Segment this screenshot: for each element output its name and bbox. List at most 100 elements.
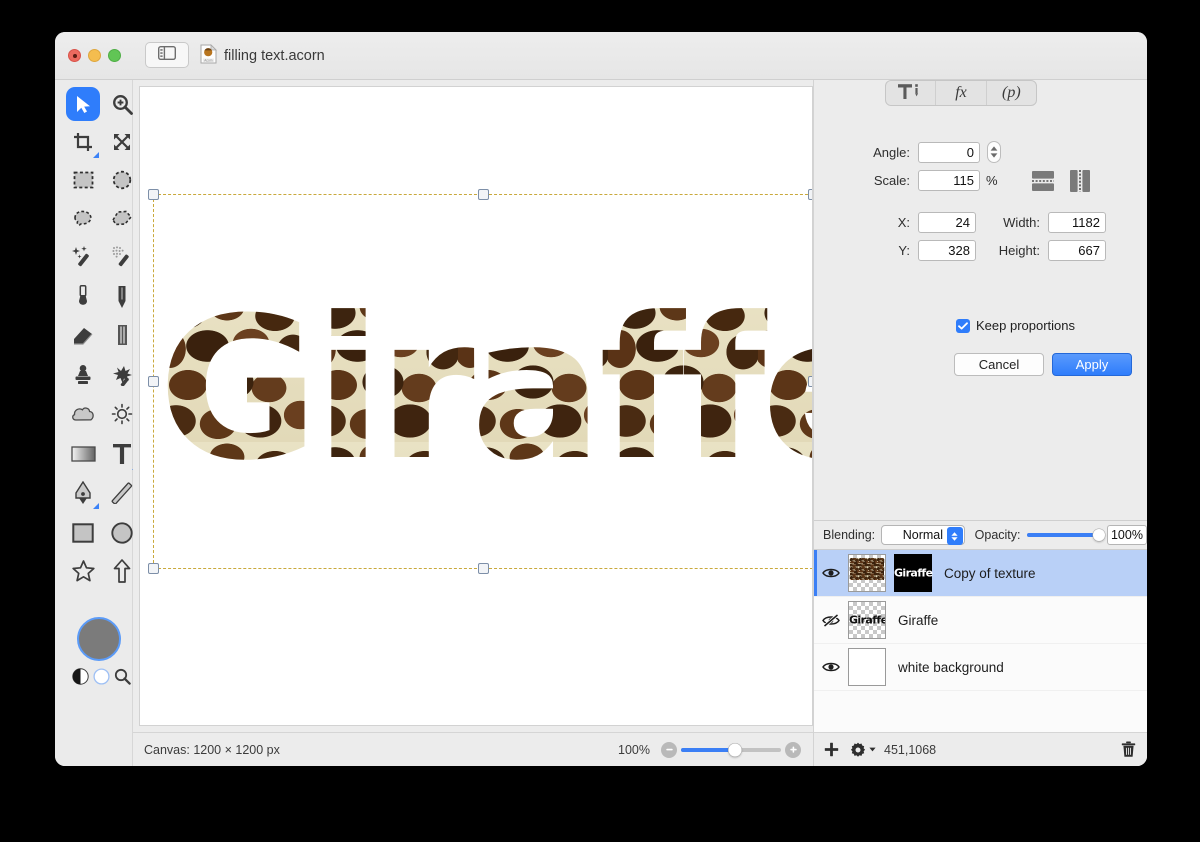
x-row: X: 24 [858,212,976,233]
arrows-expand-icon [112,132,132,152]
close-button[interactable] [68,49,81,62]
tool-gradient[interactable] [66,437,100,471]
tool-magic-wand[interactable] [66,239,100,273]
selection-handle-bottom-center[interactable] [478,563,489,574]
selection-handle-bottom-left[interactable] [148,563,159,574]
inspector-segmented-control[interactable]: fx (p) [885,80,1037,106]
blending-mode-select[interactable]: Normal [881,525,965,545]
flip-vertical-button[interactable] [1030,168,1056,199]
p-icon: (p) [1001,84,1021,101]
magnifier-icon[interactable] [114,668,131,690]
apply-button[interactable]: Apply [1052,353,1132,376]
opacity-slider-knob[interactable] [1092,529,1105,541]
flip-horizontal-button[interactable] [1067,168,1093,199]
y-row: Y: 328 [858,240,976,261]
dashed-ellipse-icon [112,170,132,190]
opacity-label: Opacity: [974,528,1021,542]
layer-visibility-toggle[interactable] [814,661,848,673]
x-input[interactable]: 24 [918,212,976,233]
blending-label: Blending: [823,528,876,542]
keep-proportions-checkbox[interactable] [956,318,970,333]
height-row: Height: 667 [991,240,1106,261]
tool-move[interactable] [66,87,100,121]
tool-lasso[interactable] [66,201,100,235]
opacity-slider-fill [1026,533,1099,537]
angle-stepper[interactable] [987,141,1001,163]
zoom-slider[interactable] [661,741,801,758]
keep-proportions-label: Keep proportions [976,318,1076,333]
selection-handle-top-left[interactable] [148,189,159,200]
selection-handle-top-center[interactable] [478,189,489,200]
layer-row[interactable]: white background [814,644,1147,691]
polygon-lasso-icon [111,209,133,227]
height-label: Height: [998,243,1040,258]
cursor-coordinates: 451,1068 [884,742,937,757]
layer-thumbnail[interactable]: Giraffe [848,601,886,639]
foreground-color-well[interactable] [77,617,121,661]
tool-star[interactable] [66,554,100,588]
tool-rectangle[interactable] [66,516,100,550]
add-layer-button[interactable] [824,742,839,757]
y-input[interactable]: 328 [918,240,976,261]
tab-tools[interactable] [886,81,937,105]
brush-icon [77,285,89,309]
chevron-updown-icon [946,527,963,545]
zoom-slider-knob[interactable] [728,743,742,756]
gear-icon [850,742,866,757]
document-title-group[interactable]: Acorn filling text.acorn [200,43,325,68]
width-input[interactable]: 1182 [1048,212,1106,233]
giraffe-text-artwork: Giraffe [158,292,812,488]
flip-vertical-icon [1030,171,1056,198]
angle-row: Angle: 0 [858,141,1001,163]
selection-handle-middle-left[interactable] [148,376,159,387]
scale-label: Scale: [873,173,910,188]
zoom-button[interactable] [108,49,121,62]
tool-clone-stamp[interactable] [66,358,100,392]
delete-layer-button[interactable] [1121,741,1136,758]
lasso-icon [72,209,94,227]
rectangle-icon [72,523,94,543]
opacity-slider[interactable] [1026,529,1105,541]
layers-footer: 451,1068 [814,732,1147,766]
tool-bezier[interactable] [66,476,100,510]
canvas-size-label: Canvas: 1200 × 1200 px [144,742,280,757]
minimize-button[interactable] [88,49,101,62]
tool-crop[interactable] [66,125,100,159]
tool-brush[interactable] [66,280,100,314]
opacity-value-field[interactable]: 100% [1106,525,1147,545]
layer-row[interactable]: Giraffe Giraffe [814,597,1147,644]
layer-mask-thumbnail[interactable]: Giraffe [894,554,933,592]
angle-input[interactable]: 0 [918,141,980,163]
contrast-icon[interactable] [72,668,89,690]
layer-thumbnail[interactable] [848,648,886,686]
layer-visibility-toggle[interactable] [814,613,848,627]
cancel-button[interactable]: Cancel [954,353,1044,376]
scale-input[interactable]: 115 [918,170,980,191]
sidebar-toggle-button[interactable] [145,42,189,68]
layer-row[interactable]: Giraffe Copy of texture [814,550,1147,597]
layer-list: Giraffe Copy of texture Giraffe Giraffe [814,550,1147,732]
circle-outline-icon[interactable] [93,668,110,690]
flip-horizontal-icon [1067,170,1093,198]
minus-circle-icon[interactable] [661,741,677,758]
tab-filters[interactable]: fx [936,81,987,105]
tool-rect-select[interactable] [66,163,100,197]
zoom-level-label: 100% [618,742,650,757]
layer-thumbnail[interactable] [848,554,886,592]
tool-dodge[interactable] [66,397,100,431]
status-bar: Canvas: 1200 × 1200 px 100% [133,732,813,766]
layer-settings-button[interactable] [850,742,876,758]
app-window: Acorn filling text.acorn Giraff Canvas: … [55,32,1147,766]
tool-eraser[interactable] [66,318,100,352]
plus-icon [824,742,839,757]
eye-hidden-icon [822,613,840,627]
keep-proportions-row[interactable]: Keep proportions [956,318,1075,333]
layer-visibility-toggle[interactable] [814,567,848,579]
zoom-slider-track[interactable] [681,743,781,756]
plus-circle-icon[interactable] [785,741,801,758]
image-canvas[interactable]: Giraffe [139,86,813,726]
eye-icon [822,662,840,672]
height-input[interactable]: 667 [1048,240,1106,261]
tab-palettes[interactable]: (p) [987,81,1036,105]
zoom-slider-fill [681,747,735,752]
